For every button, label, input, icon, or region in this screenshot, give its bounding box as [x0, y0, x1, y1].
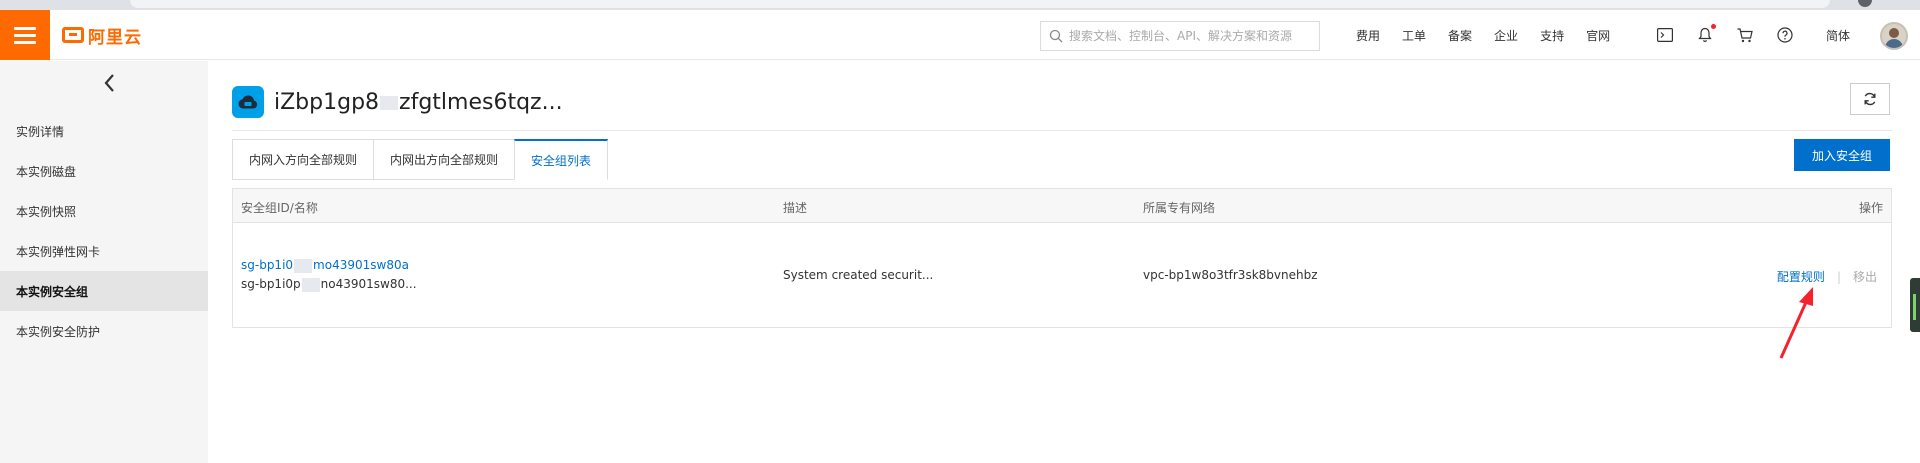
sidebar-collapse-button[interactable] [98, 71, 122, 95]
language-switch[interactable]: 简体 [1826, 27, 1850, 44]
main-content: iZbp1gp8 zfgtlmes6tqz... 内网入方向全部规则 内网出方向全… [208, 61, 1920, 463]
sg-name-prefix: sg-bp1i0p [241, 277, 301, 291]
bell-icon[interactable] [1696, 24, 1716, 44]
sidebar-item-disks[interactable]: 本实例磁盘 [0, 151, 208, 191]
logo-text: 阿里云 [88, 27, 142, 48]
nav-link-billing[interactable]: 费用 [1356, 27, 1380, 44]
operation-separator: | [1836, 269, 1841, 284]
tab-outbound-rules[interactable]: 内网出方向全部规则 [373, 139, 515, 180]
cart-icon[interactable] [1736, 26, 1754, 44]
sidebar-item-security-groups[interactable]: 本实例安全组 [0, 271, 208, 311]
sidebar-item-label: 本实例快照 [16, 204, 77, 219]
tab-inbound-rules[interactable]: 内网入方向全部规则 [232, 139, 374, 180]
security-group-id-link[interactable]: sg-bp1i0 mo43901sw80a [241, 258, 409, 273]
instance-header: iZbp1gp8 zfgtlmes6tqz... [232, 85, 563, 119]
sg-id-suffix: mo43901sw80a [313, 258, 409, 272]
search-icon [1049, 29, 1063, 43]
browser-chrome [0, 0, 1920, 10]
security-group-description: System created securit... [783, 268, 934, 282]
sidebar-item-security-protection[interactable]: 本实例安全防护 [0, 311, 208, 351]
notification-dot [1711, 24, 1716, 29]
table-header: 安全组ID/名称 描述 所属专有网络 操作 [233, 189, 1891, 223]
nav-link-enterprise[interactable]: 企业 [1494, 27, 1518, 44]
top-navbar: 阿里云 费用 工单 备案 企业 支持 官网 简体 [0, 10, 1920, 60]
sidebar-item-label: 本实例弹性网卡 [16, 244, 101, 259]
row-operations: 配置规则 | 移出 [1777, 268, 1877, 285]
nav-link-icp[interactable]: 备案 [1448, 27, 1472, 44]
remove-link: 移出 [1852, 270, 1877, 284]
column-header-description: 描述 [783, 201, 808, 215]
title-divider [232, 130, 1892, 131]
global-search[interactable] [1040, 21, 1320, 51]
table-row: sg-bp1i0 mo43901sw80a sg-bp1i0p no43901sw8… [233, 223, 1891, 327]
sidebar-item-eni[interactable]: 本实例弹性网卡 [0, 231, 208, 271]
user-avatar[interactable] [1880, 22, 1908, 50]
floating-side-widget[interactable] [1910, 278, 1920, 332]
browser-menu-icon[interactable] [1858, 0, 1872, 7]
top-nav-links: 费用 工单 备案 企业 支持 官网 [1356, 10, 1632, 60]
top-nav-icons [1656, 10, 1794, 60]
security-group-table: 安全组ID/名称 描述 所属专有网络 操作 sg-bp1i0 mo43901sw8… [232, 188, 1892, 328]
redacted-block [301, 277, 320, 292]
aliyun-logo[interactable]: 阿里云 [62, 23, 142, 48]
redacted-block [380, 95, 399, 110]
page-title: iZbp1gp8 zfgtlmes6tqz... [274, 90, 563, 115]
sidebar: 实例详情 本实例磁盘 本实例快照 本实例弹性网卡 本实例安全组 本实例安全防护 [0, 61, 208, 463]
ecs-cloud-icon [232, 86, 264, 118]
configure-rules-link[interactable]: 配置规则 [1777, 268, 1825, 285]
sidebar-item-instance-details[interactable]: 实例详情 [0, 111, 208, 151]
column-header-vpc: 所属专有网络 [1143, 201, 1216, 215]
terminal-icon[interactable] [1656, 26, 1674, 44]
security-tabs: 内网入方向全部规则 内网出方向全部规则 安全组列表 [232, 139, 609, 180]
security-group-vpc: vpc-bp1w8o3tfr3sk8bvnehbz [1143, 268, 1318, 282]
nav-link-tickets[interactable]: 工单 [1402, 27, 1426, 44]
join-security-group-button[interactable]: 加入安全组 [1794, 139, 1890, 171]
help-icon[interactable] [1776, 26, 1794, 44]
sg-id-prefix: sg-bp1i0 [241, 258, 294, 272]
sidebar-item-label: 本实例安全组 [16, 284, 89, 299]
tab-security-group-list[interactable]: 安全组列表 [514, 139, 609, 180]
sg-name-suffix: no43901sw80... [320, 277, 417, 291]
instance-id-suffix: zfgtlmes6tqz... [399, 89, 563, 115]
sidebar-item-snapshots[interactable]: 本实例快照 [0, 191, 208, 231]
refresh-icon [1864, 92, 1876, 106]
hamburger-menu-button[interactable] [0, 10, 50, 60]
search-input[interactable] [1069, 29, 1309, 43]
chevron-left-icon [104, 74, 114, 92]
nav-link-support[interactable]: 支持 [1540, 27, 1564, 44]
instance-id-prefix: iZbp1gp8 [274, 89, 380, 115]
column-header-id-name: 安全组ID/名称 [241, 201, 318, 215]
security-group-name: sg-bp1i0p no43901sw80... [241, 277, 417, 292]
sidebar-item-label: 本实例磁盘 [16, 164, 77, 179]
redacted-block [294, 258, 313, 273]
sidebar-item-label: 实例详情 [16, 124, 65, 139]
refresh-button[interactable] [1850, 83, 1890, 115]
logo-mark-icon [62, 27, 84, 43]
sidebar-item-label: 本实例安全防护 [16, 324, 101, 339]
address-bar[interactable] [130, 0, 1830, 8]
column-header-operations: 操作 [1858, 201, 1883, 215]
nav-link-official-site[interactable]: 官网 [1586, 27, 1610, 44]
